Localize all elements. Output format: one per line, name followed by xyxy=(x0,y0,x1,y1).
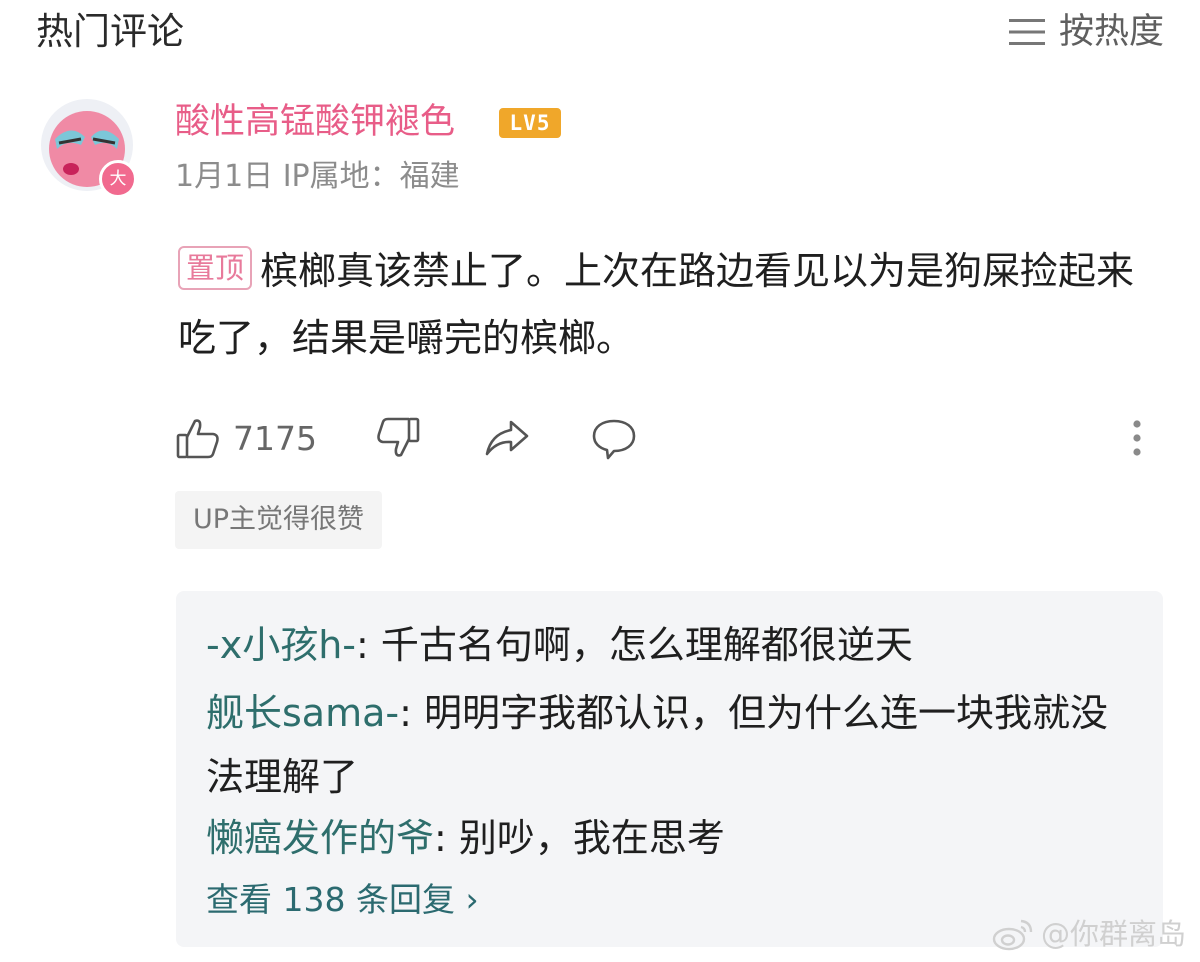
section-title: 热门评论 xyxy=(36,10,184,53)
reply-text: : 别吵，我在思考 xyxy=(434,816,725,860)
view-more-replies-link[interactable]: 查看 138 条回复 › xyxy=(206,871,479,929)
avatar-badge: 大 xyxy=(99,160,137,198)
like-count: 7175 xyxy=(233,418,317,458)
reply-button[interactable] xyxy=(590,410,638,466)
sort-button[interactable]: 按热度 xyxy=(1008,8,1164,56)
weibo-logo-icon xyxy=(992,919,1033,951)
username[interactable]: 酸性高锰酸钾褪色 xyxy=(175,98,455,146)
reply-author[interactable]: -x小孩h- xyxy=(206,623,356,667)
comment-text: 槟榔真该禁止了。上次在路边看见以为是狗屎捡起来吃了，结果是嚼完的槟榔。 xyxy=(178,249,1135,360)
share-button[interactable] xyxy=(483,410,531,466)
menu-icon xyxy=(1008,19,1045,45)
more-vertical-icon xyxy=(1133,420,1141,456)
pinned-tag: 置顶 xyxy=(178,246,253,290)
reply-author[interactable]: 舰长sama- xyxy=(206,691,399,735)
share-icon xyxy=(485,420,529,456)
thumbs-down-icon xyxy=(377,417,420,457)
comment-meta: 1月1日 IP属地：福建 xyxy=(175,159,460,194)
reply-item[interactable]: -x小孩h-: 千古名句啊，怎么理解都很逆天 xyxy=(206,613,1116,677)
reply-text: : 千古名句啊，怎么理解都很逆天 xyxy=(356,623,913,667)
thumbs-up-icon xyxy=(176,419,219,459)
sort-label: 按热度 xyxy=(1058,12,1164,52)
reply-author[interactable]: 懒癌发作的爷 xyxy=(206,816,434,860)
comment-icon xyxy=(592,419,636,460)
action-bar: 7175 xyxy=(175,410,1150,466)
reply-item[interactable]: 懒癌发作的爷: 别吵，我在思考 xyxy=(206,806,1116,870)
dislike-button[interactable] xyxy=(375,410,421,466)
up-liked-tag: UP主觉得很赞 xyxy=(175,491,383,549)
watermark-text: @你群离岛 xyxy=(1040,917,1186,951)
reply-item[interactable]: 舰长sama-: 明明字我都认识，但为什么连一块我就没法理解了 xyxy=(206,681,1116,809)
watermark: @你群离岛 xyxy=(991,914,1186,954)
replies-panel: -x小孩h-: 千古名句啊，怎么理解都很逆天 舰长sama-: 明明字我都认识，… xyxy=(176,591,1163,947)
level-badge: LV5 xyxy=(499,108,561,138)
more-options-button[interactable] xyxy=(1130,410,1144,466)
comment-body: 置顶 槟榔真该禁止了。上次在路边看见以为是狗屎捡起来吃了，结果是嚼完的槟榔。 xyxy=(178,238,1158,372)
like-button[interactable]: 7175 xyxy=(175,410,317,466)
